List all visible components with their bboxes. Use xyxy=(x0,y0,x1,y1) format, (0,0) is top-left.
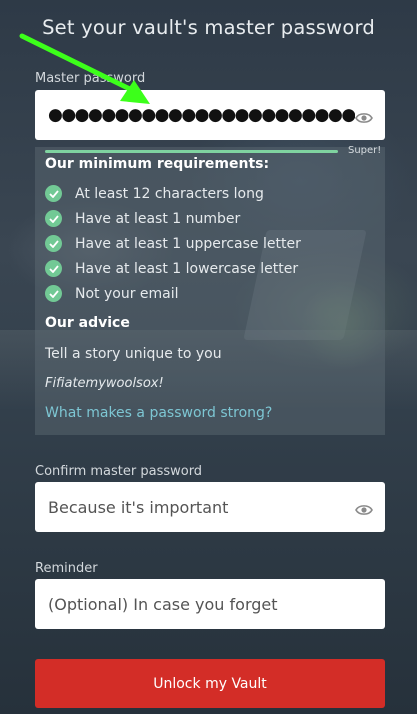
advice-heading: Our advice xyxy=(45,315,130,331)
password-strength-link[interactable]: What makes a password strong? xyxy=(45,405,272,421)
eye-icon[interactable] xyxy=(355,501,373,515)
master-password-label: Master password xyxy=(35,71,146,86)
reminder-placeholder[interactable]: (Optional) In case you forget xyxy=(48,595,373,614)
check-icon xyxy=(45,235,62,252)
page-title: Set your vault's master password xyxy=(42,16,375,39)
master-password-field[interactable]: ●●●●●●●●●●●●●●●●●●●●●●●● xyxy=(35,90,385,140)
requirement-text: Have at least 1 number xyxy=(75,210,241,227)
advice-example: Fifiatemywoolsox! xyxy=(45,376,164,391)
requirement-text: At least 12 characters long xyxy=(75,185,264,202)
requirement-item: Have at least 1 lowercase letter xyxy=(45,260,298,277)
reminder-label: Reminder xyxy=(35,561,98,576)
requirement-text: Have at least 1 lowercase letter xyxy=(75,260,299,277)
master-password-value[interactable]: ●●●●●●●●●●●●●●●●●●●●●●●● xyxy=(48,105,355,125)
check-icon xyxy=(45,210,62,227)
check-icon xyxy=(45,185,62,202)
confirm-password-field[interactable]: Because it's important xyxy=(35,482,385,532)
requirement-item: Not your email xyxy=(45,285,179,302)
strength-label: Super! xyxy=(348,145,382,156)
master-password-form: Set your vault's master password Master … xyxy=(0,0,417,714)
reminder-field[interactable]: (Optional) In case you forget xyxy=(35,579,385,629)
eye-icon[interactable] xyxy=(355,109,373,123)
requirement-text: Not your email xyxy=(75,285,179,302)
confirm-password-label: Confirm master password xyxy=(35,464,203,479)
unlock-vault-button[interactable]: Unlock my Vault xyxy=(35,659,385,708)
check-icon xyxy=(45,285,62,302)
requirements-heading: Our minimum requirements: xyxy=(45,156,270,172)
confirm-password-placeholder[interactable]: Because it's important xyxy=(48,498,355,517)
requirement-item: Have at least 1 number xyxy=(45,210,240,227)
requirement-item: Have at least 1 uppercase letter xyxy=(45,235,301,252)
check-icon xyxy=(45,260,62,277)
strength-meter xyxy=(45,150,338,153)
requirement-text: Have at least 1 uppercase letter xyxy=(75,235,301,252)
advice-text: Tell a story unique to you xyxy=(45,346,222,362)
requirement-item: At least 12 characters long xyxy=(45,185,264,202)
